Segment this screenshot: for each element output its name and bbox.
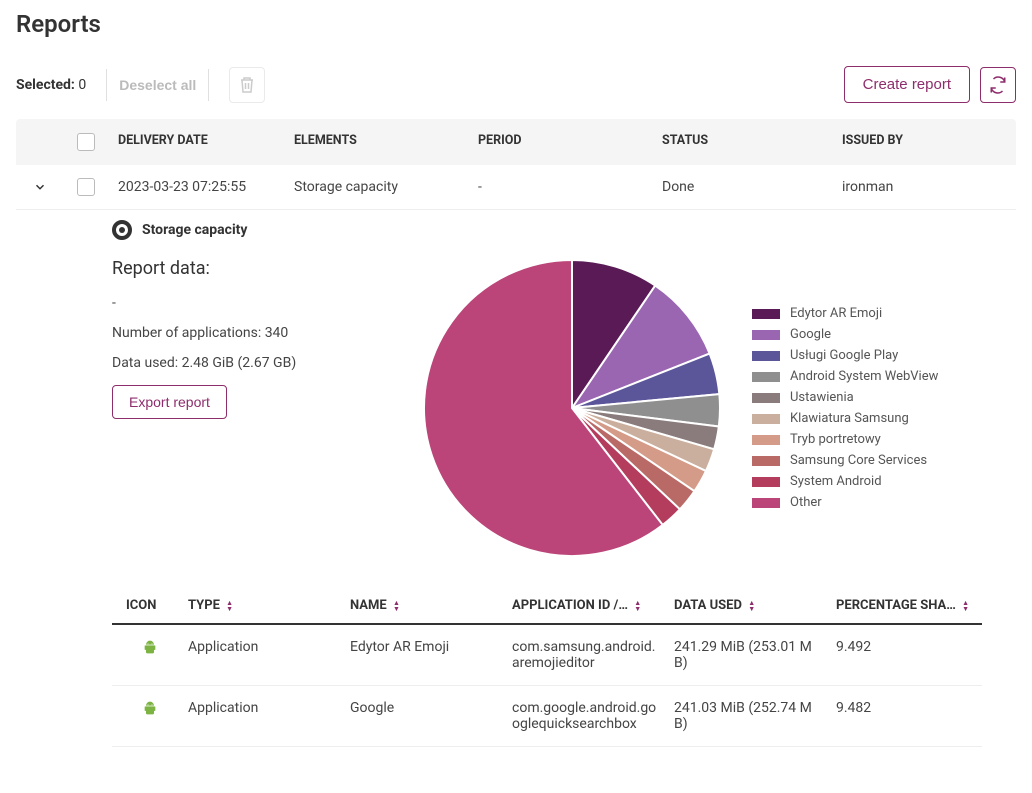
sort-icon: ▲▼	[634, 600, 641, 612]
header-data-used[interactable]: DATA USED ▲▼	[674, 598, 836, 613]
cell-name: Edytor AR Emoji	[350, 639, 512, 655]
legend-label: Other	[790, 495, 822, 510]
deselect-all-button[interactable]: Deselect all	[106, 69, 209, 101]
legend-item[interactable]: Tryb portretowy	[752, 432, 938, 447]
cell-app-id: com.samsung.android.aremojieditor	[512, 639, 674, 671]
data-table-header: ICON TYPE ▲▼ NAME ▲▼ APPLICATION ID /… ▲…	[112, 588, 982, 625]
legend-label: Ustawienia	[790, 390, 854, 405]
legend-item[interactable]: Other	[752, 495, 938, 510]
header-status[interactable]: STATUS	[662, 133, 842, 151]
legend-item[interactable]: Ustawienia	[752, 390, 938, 405]
legend-label: Google	[790, 327, 831, 342]
selected-count: Selected: 0	[16, 77, 86, 93]
cell-type: Application	[188, 639, 350, 655]
legend-swatch	[752, 372, 780, 382]
legend-swatch	[752, 477, 780, 487]
legend-swatch	[752, 351, 780, 361]
legend-label: Usługi Google Play	[790, 348, 898, 363]
app-icon	[112, 639, 188, 657]
expand-toggle[interactable]	[16, 180, 64, 194]
cell-percentage: 9.482	[836, 700, 976, 716]
refresh-button[interactable]	[980, 67, 1016, 103]
legend-swatch	[752, 393, 780, 403]
sort-icon: ▲▼	[393, 600, 400, 612]
chart-legend: Edytor AR Emoji Google Usługi Google Play A…	[752, 306, 938, 510]
legend-item[interactable]: Edytor AR Emoji	[752, 306, 938, 321]
cell-data-used: 241.29 MiB (253.01 MB)	[674, 639, 836, 671]
table-row[interactable]: 2023-03-23 07:25:55 Storage capacity - D…	[16, 165, 1016, 210]
report-data-dash: -	[112, 295, 392, 311]
data-row[interactable]: Application Edytor AR Emoji com.samsung.…	[112, 625, 982, 686]
android-icon	[142, 639, 158, 657]
legend-label: Samsung Core Services	[790, 453, 927, 468]
storage-radio-label: Storage capacity	[142, 222, 247, 238]
report-data-apps: Number of applications: 340	[112, 325, 392, 341]
legend-item[interactable]: Usługi Google Play	[752, 348, 938, 363]
header-icon[interactable]: ICON	[112, 598, 188, 613]
legend-swatch	[752, 330, 780, 340]
storage-radio[interactable]	[112, 220, 132, 240]
select-all-checkbox[interactable]	[77, 133, 95, 151]
sort-icon: ▲▼	[962, 600, 969, 612]
legend-item[interactable]: Google	[752, 327, 938, 342]
trash-icon	[239, 76, 255, 94]
legend-item[interactable]: Samsung Core Services	[752, 453, 938, 468]
cell-data-used: 241.03 MiB (252.74 MB)	[674, 700, 836, 732]
header-type[interactable]: TYPE ▲▼	[188, 598, 350, 613]
export-report-button[interactable]: Export report	[112, 385, 227, 419]
table-header: DELIVERY DATE ELEMENTS PERIOD STATUS ISS…	[16, 119, 1016, 165]
cell-period: -	[478, 179, 662, 195]
chevron-down-icon	[33, 180, 47, 194]
legend-item[interactable]: System Android	[752, 474, 938, 489]
header-app-id[interactable]: APPLICATION ID /… ▲▼	[512, 598, 674, 613]
cell-name: Google	[350, 700, 512, 716]
legend-swatch	[752, 309, 780, 319]
delete-button[interactable]	[229, 67, 265, 103]
report-data-title: Report data:	[112, 258, 392, 279]
legend-item[interactable]: Android System WebView	[752, 369, 938, 384]
cell-elements: Storage capacity	[294, 179, 478, 195]
sort-icon: ▲▼	[226, 600, 233, 612]
cell-app-id: com.google.android.googlequicksearchbox	[512, 700, 674, 732]
cell-percentage: 9.492	[836, 639, 976, 655]
legend-label: Klawiatura Samsung	[790, 411, 909, 426]
pie-chart	[422, 258, 722, 558]
legend-swatch	[752, 414, 780, 424]
header-delivery-date[interactable]: DELIVERY DATE	[108, 133, 294, 151]
header-elements[interactable]: ELEMENTS	[294, 133, 478, 151]
header-percentage[interactable]: PERCENTAGE SHA… ▲▼	[836, 598, 976, 613]
legend-swatch	[752, 456, 780, 466]
cell-type: Application	[188, 700, 350, 716]
android-icon	[142, 700, 158, 718]
legend-label: Edytor AR Emoji	[790, 306, 882, 321]
cell-issued-by: ironman	[842, 179, 1012, 195]
toolbar: Selected: 0 Deselect all Create report	[16, 66, 1016, 103]
cell-delivery-date: 2023-03-23 07:25:55	[108, 179, 294, 195]
report-data-used: Data used: 2.48 GiB (2.67 GB)	[112, 355, 392, 371]
legend-item[interactable]: Klawiatura Samsung	[752, 411, 938, 426]
refresh-icon	[989, 76, 1007, 94]
header-period[interactable]: PERIOD	[478, 133, 662, 151]
legend-swatch	[752, 435, 780, 445]
create-report-button[interactable]: Create report	[844, 66, 970, 103]
legend-swatch	[752, 498, 780, 508]
legend-label: Tryb portretowy	[790, 432, 881, 447]
cell-status: Done	[662, 179, 842, 195]
header-name[interactable]: NAME ▲▼	[350, 598, 512, 613]
page-title: Reports	[16, 10, 1016, 38]
legend-label: System Android	[790, 474, 882, 489]
sort-icon: ▲▼	[748, 600, 755, 612]
header-issued-by[interactable]: ISSUED BY	[842, 133, 1012, 151]
data-row[interactable]: Application Google com.google.android.go…	[112, 686, 982, 747]
legend-label: Android System WebView	[790, 369, 938, 384]
row-checkbox[interactable]	[77, 178, 95, 196]
app-icon	[112, 700, 188, 718]
expanded-panel: Storage capacity Report data: - Number o…	[16, 210, 1016, 747]
